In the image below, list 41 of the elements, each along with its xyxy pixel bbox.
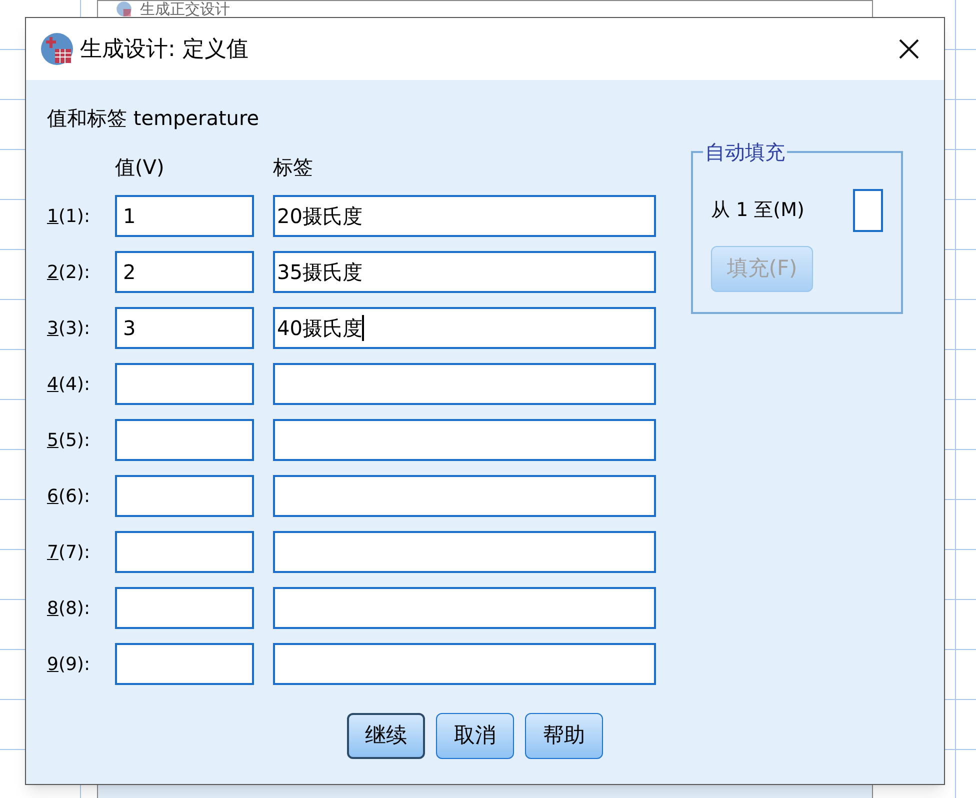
row-label: 5(5): [47,428,92,452]
dialog-button[interactable]: 取消 [436,713,514,759]
label-field[interactable] [273,475,656,517]
label-field[interactable]: 35摄氏度 [273,251,656,293]
label-field[interactable] [273,419,656,461]
range-field[interactable] [853,189,883,232]
label-field[interactable]: 40摄氏度 [273,307,656,349]
app-icon [40,32,74,66]
section-heading: 值和标签 temperature [47,105,260,132]
label-field[interactable] [273,587,656,629]
value-field[interactable] [115,475,254,517]
column-header: 值(V) [115,154,166,181]
dialog-title: 生成设计: 定义值 [80,36,248,64]
row-label: 6(6): [47,484,92,508]
value-field[interactable] [115,643,254,685]
row-label: 4(4): [47,372,92,396]
label-field[interactable]: 20摄氏度 [273,195,656,237]
value-field[interactable]: 2 [115,251,254,293]
row-label: 3(3): [47,316,92,340]
label-field[interactable] [273,643,656,685]
column-header: 标签 [273,154,313,181]
value-field[interactable] [115,419,254,461]
close-icon [899,39,919,59]
dialog-button[interactable]: 继续 [347,713,425,759]
row-label: 8(8): [47,596,92,620]
range-label: 从 1 至(M) [711,198,804,224]
label-field[interactable] [273,363,656,405]
value-field[interactable]: 1 [115,195,254,237]
window-title: 生成正交设计 [140,1,230,17]
app-icon [116,1,132,17]
row-label: 2(2): [47,260,92,284]
group-title: 自动填充 [703,139,787,165]
value-field[interactable] [115,531,254,573]
value-field[interactable] [115,363,254,405]
row-label: 1(1): [47,204,92,228]
value-field[interactable] [115,587,254,629]
row-label: 9(9): [47,652,92,676]
label-field[interactable] [273,531,656,573]
row-label: 7(7): [47,540,92,564]
dialog-button[interactable]: 帮助 [525,713,603,759]
value-field[interactable]: 3 [115,307,254,349]
